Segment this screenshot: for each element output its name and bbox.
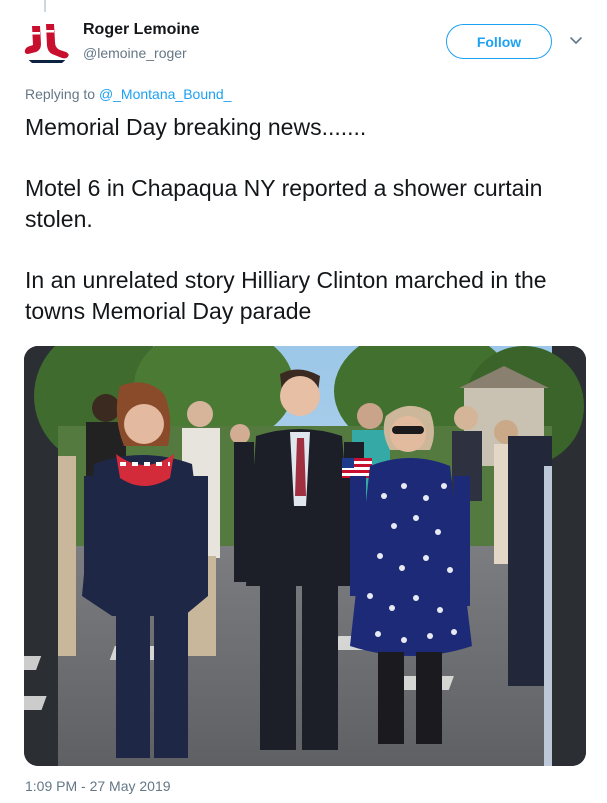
tweet-text: Memorial Day breaking news....... Motel … [25, 112, 585, 327]
reply-mention-link[interactable]: @_Montana_Bound_ [99, 86, 232, 102]
tweet-line-1: Memorial Day breaking news....... [25, 114, 367, 140]
red-sox-logo-icon [22, 18, 72, 68]
author-name[interactable]: Roger Lemoine [83, 21, 199, 39]
chevron-down-icon[interactable] [568, 32, 584, 48]
tweet-line-3: In an unrelated story Hilliary Clinton m… [25, 267, 547, 324]
tweet-photo[interactable] [24, 346, 586, 766]
replying-prefix: Replying to [25, 86, 99, 102]
thread-connector-line [44, 0, 46, 12]
follow-button[interactable]: Follow [446, 24, 552, 59]
tweet-line-2: Motel 6 in Chapaqua NY reported a shower… [25, 175, 543, 232]
author-handle[interactable]: @lemoine_roger [83, 45, 187, 61]
avatar[interactable] [22, 18, 72, 68]
tweet-timestamp[interactable]: 1:09 PM - 27 May 2019 [25, 778, 171, 794]
replying-to: Replying to @_Montana_Bound_ [25, 86, 231, 102]
people-marching-in-parade-photo [24, 346, 586, 766]
tweet-header: Roger Lemoine @lemoine_roger Follow [22, 18, 587, 74]
